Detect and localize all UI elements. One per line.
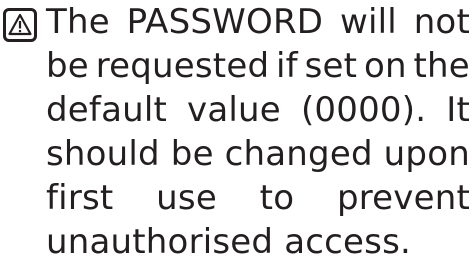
word: It (446, 90, 470, 130)
word: set (304, 46, 358, 86)
word: will (339, 2, 397, 42)
note-line-1: The PASSWORD will not (46, 0, 470, 44)
word: PASSWORD (126, 2, 324, 42)
word: use (156, 178, 217, 218)
word: if (276, 46, 298, 86)
note-line-2: be requested if set on the (46, 44, 470, 88)
word: on (363, 46, 407, 86)
word: changed (224, 134, 373, 174)
word: not (413, 2, 470, 42)
word: prevent (336, 178, 470, 218)
warning-note: The PASSWORD will not be requested if se… (0, 0, 472, 273)
word: unauthorised access. (46, 222, 411, 262)
word: The (46, 2, 110, 42)
word: be (46, 46, 89, 86)
word: (0000). (300, 90, 427, 130)
note-line-4: should be changed upon (46, 132, 470, 176)
word: default (46, 90, 168, 130)
word: be (170, 134, 214, 174)
word: requested (95, 46, 270, 86)
word: value (187, 90, 281, 130)
note-line-5: first use to prevent (46, 176, 470, 220)
word: upon (383, 134, 470, 174)
word: should (46, 134, 160, 174)
word: first (46, 178, 114, 218)
warning-icon (3, 8, 37, 42)
note-line-6: unauthorised access. (46, 220, 411, 264)
word: to (259, 178, 295, 218)
note-line-3: default value (0000). It (46, 88, 470, 132)
word: the (413, 46, 470, 86)
